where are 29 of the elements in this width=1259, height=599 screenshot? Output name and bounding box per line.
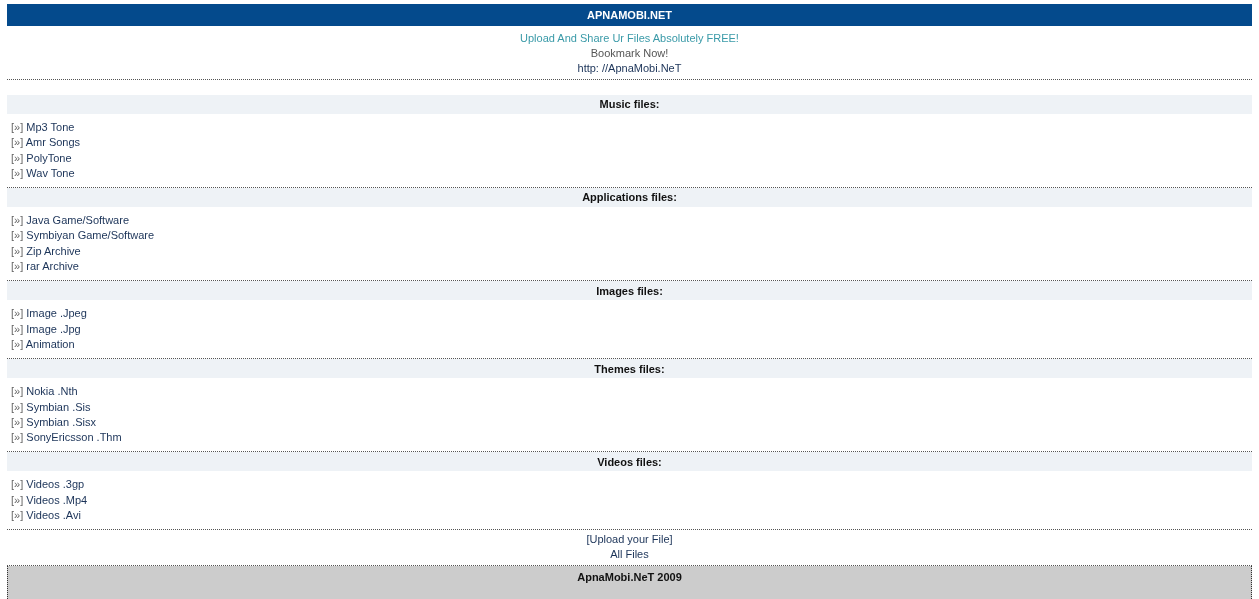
file-category-link[interactable]: [»] Symbiyan Game/Software (11, 228, 155, 244)
section-title: Images files: (596, 283, 663, 299)
section-title: Themes files: (594, 361, 665, 377)
file-category-link[interactable]: [»] Symbian .Sisx (11, 414, 96, 431)
bookmark-text: Bookmark Now! (590, 46, 669, 61)
section-title: Videos files: (597, 454, 662, 470)
file-category-link[interactable]: [»] Amr Songs (11, 135, 81, 151)
site-url-link[interactable]: http: //ApnaMobi.NeT (577, 61, 682, 76)
file-category-link[interactable]: [»] Videos .3gp (11, 477, 85, 493)
section-title: Music files: (599, 97, 660, 113)
footer-link[interactable]: [Upload your File] (586, 532, 673, 548)
copyright-text: ApnaMobi.NeT 2009 (577, 570, 682, 586)
file-category-link[interactable]: [»] Wav Tone (11, 165, 75, 182)
file-category-link[interactable]: [»] Mp3 Tone (11, 120, 75, 136)
file-category-link[interactable]: [»] Animation (11, 336, 75, 353)
file-category-link[interactable]: [»] Image .Jpeg (11, 306, 87, 322)
section-title: Applications files: (582, 190, 677, 206)
file-category-link[interactable]: [»] Symbian .Sis (11, 399, 91, 415)
file-category-link[interactable]: [»] PolyTone (11, 150, 72, 166)
file-category-link[interactable]: [»] Image .Jpg (11, 321, 81, 337)
file-category-link[interactable]: [»] SonyEricsson .Thm (11, 430, 122, 446)
file-category-link[interactable]: [»] Videos .Avi (11, 508, 81, 524)
file-category-link[interactable]: [»] Nokia .Nth (11, 384, 78, 400)
footer-link[interactable]: All Files (610, 547, 649, 563)
file-category-link[interactable]: [»] Videos .Mp4 (11, 492, 88, 509)
site-title: APNAMOBI.NET (587, 7, 672, 23)
file-category-link[interactable]: [»] rar Archive (11, 259, 79, 275)
file-category-link[interactable]: [»] Java Game/Software (11, 213, 129, 229)
file-category-link[interactable]: [»] Zip Archive (11, 243, 81, 260)
